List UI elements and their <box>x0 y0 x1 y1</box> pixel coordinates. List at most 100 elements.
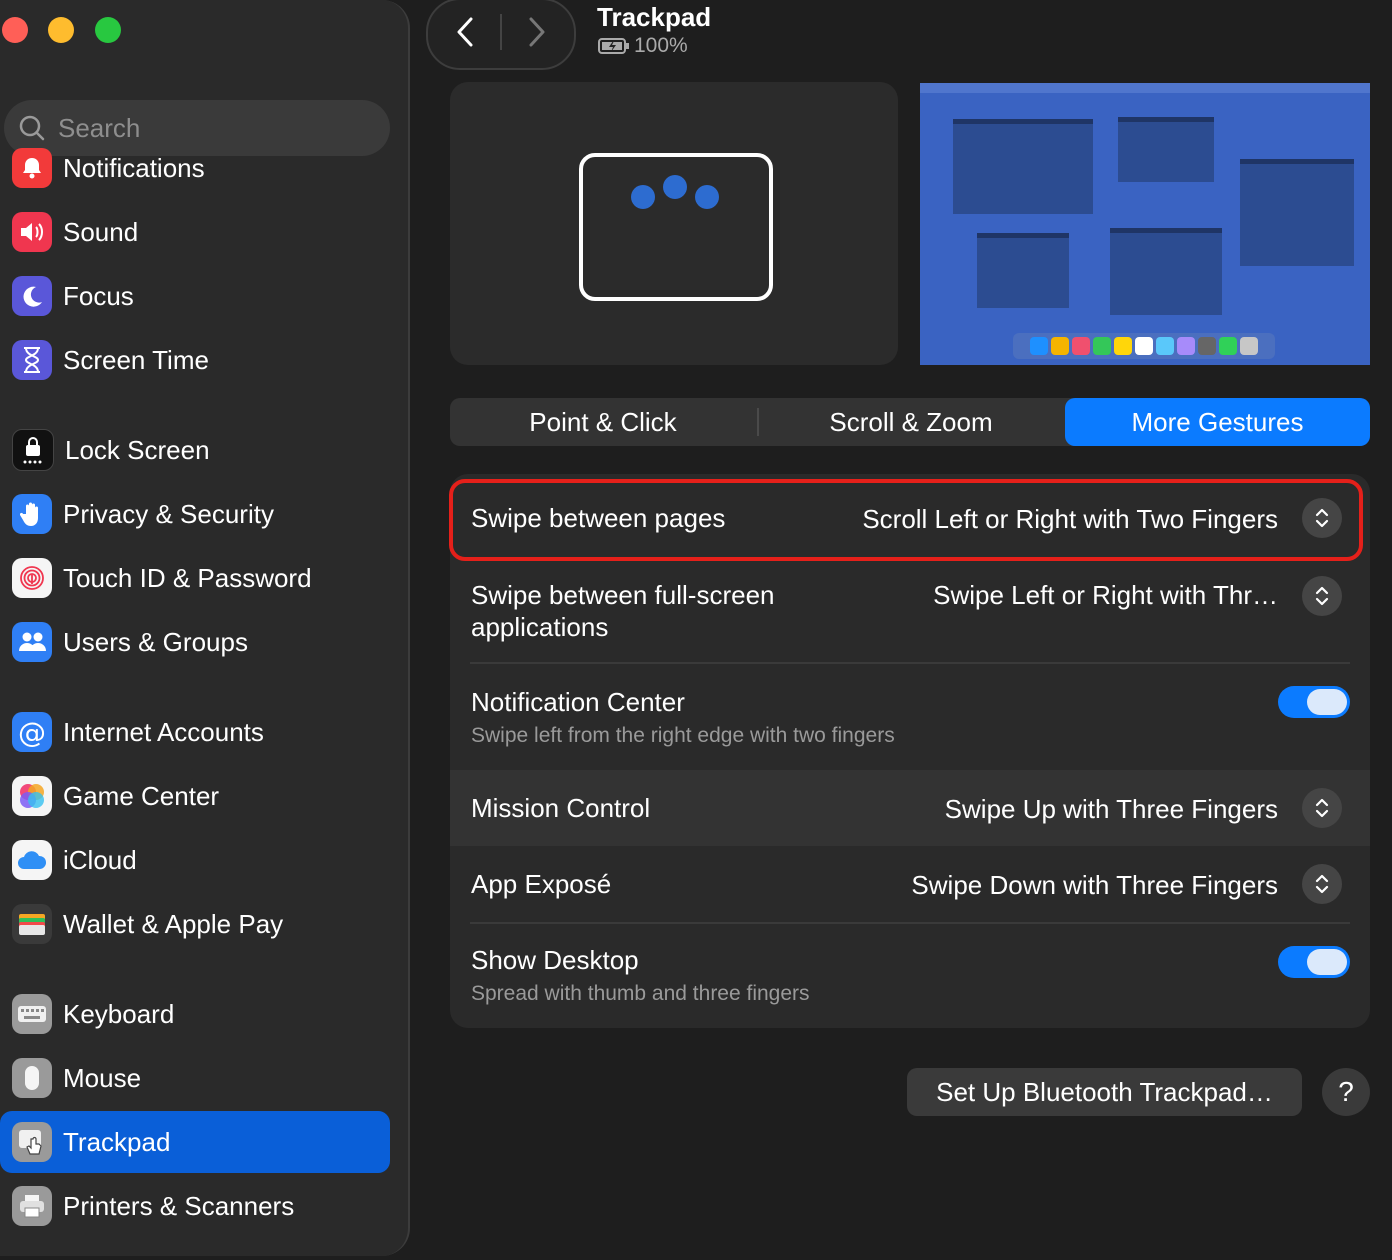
chevron-right-icon <box>529 17 545 47</box>
popup-stepper[interactable] <box>1302 576 1342 616</box>
setting-description: Spread with thumb and three fingers <box>471 982 810 1005</box>
tab-point-click[interactable]: Point & Click <box>450 398 756 446</box>
trackpad-icon <box>12 1122 52 1162</box>
tab-more-gestures[interactable]: More Gestures <box>1065 398 1370 446</box>
sidebar-item-wallet[interactable]: Wallet & Apple Pay <box>0 893 390 955</box>
setting-label: Mission Control <box>471 793 651 823</box>
trackpad-illustration <box>579 153 773 301</box>
hourglass-icon <box>12 340 52 380</box>
chevron-left-icon <box>457 17 473 47</box>
sidebar-item-notifications[interactable]: Notifications <box>0 137 390 199</box>
sidebar-item-label: Printers & Scanners <box>63 1190 295 1221</box>
lock-icon <box>12 429 54 471</box>
up-down-chevron-icon <box>1315 874 1329 894</box>
dock-app-icon <box>1135 337 1153 355</box>
sidebar-item-label: iCloud <box>63 844 137 875</box>
sidebar-item-label: Keyboard <box>63 998 175 1029</box>
toggle-knob <box>1307 949 1347 975</box>
sidebar-item-lock-screen[interactable]: Lock Screen <box>0 419 390 481</box>
sidebar-item-screen-time[interactable]: Screen Time <box>0 329 390 391</box>
popup-stepper[interactable] <box>1302 788 1342 828</box>
battery-charging-icon <box>598 38 629 54</box>
sidebar: Notifications Sound Focus Screen Time Lo… <box>0 0 410 1256</box>
sidebar-item-label: Sound <box>63 216 139 247</box>
sidebar-item-label: Lock Screen <box>65 434 210 465</box>
sidebar-item-keyboard[interactable]: Keyboard <box>0 983 390 1045</box>
sidebar-item-internet-accounts[interactable]: @ Internet Accounts <box>0 701 390 763</box>
popup-stepper[interactable] <box>1302 864 1342 904</box>
forward-button[interactable] <box>502 0 572 64</box>
battery-status: 100% <box>598 34 688 58</box>
battery-percentage: 100% <box>634 34 688 57</box>
sidebar-item-game-center[interactable]: Game Center <box>0 765 390 827</box>
sidebar-item-focus[interactable]: Focus <box>0 265 390 327</box>
dock-app-icon <box>1240 337 1258 355</box>
preview-window <box>977 233 1069 308</box>
setting-row-mission-control: Mission Control Swipe Up with Three Fing… <box>450 770 1370 846</box>
navigation-buttons <box>426 0 576 70</box>
zoom-window-button[interactable] <box>95 17 121 43</box>
sidebar-item-label: Privacy & Security <box>63 498 274 529</box>
back-button[interactable] <box>430 0 500 64</box>
setting-label: Notification Center <box>471 687 685 717</box>
setting-row-swipe-full-screen-apps: Swipe between full-screen applications S… <box>450 562 1370 664</box>
setting-label: App Exposé <box>471 869 612 899</box>
sidebar-item-label: Notifications <box>63 152 205 183</box>
finger-dot <box>663 175 687 199</box>
setup-bluetooth-trackpad-button[interactable]: Set Up Bluetooth Trackpad… <box>907 1068 1302 1116</box>
setting-value[interactable]: Swipe Up with Three Fingers <box>945 794 1278 825</box>
setting-row-show-desktop: Show Desktop Spread with thumb and three… <box>450 924 1370 1028</box>
sidebar-item-label: Touch ID & Password <box>63 562 312 593</box>
sidebar-item-label: Trackpad <box>63 1126 171 1157</box>
sidebar-item-trackpad[interactable]: Trackpad <box>0 1111 390 1173</box>
menu-bar <box>920 83 1370 93</box>
preview-window <box>953 119 1093 214</box>
toggle-knob <box>1307 689 1347 715</box>
preview-window <box>1240 159 1354 266</box>
gesture-screen-preview <box>920 83 1370 365</box>
sidebar-item-label: Mouse <box>63 1062 142 1093</box>
sidebar-item-privacy-security[interactable]: Privacy & Security <box>0 483 390 545</box>
sidebar-item-users-groups[interactable]: Users & Groups <box>0 611 390 673</box>
dock <box>1013 333 1275 359</box>
sidebar-item-touch-id[interactable]: Touch ID & Password <box>0 547 390 609</box>
wallet-icon <box>12 904 52 944</box>
keyboard-icon <box>12 994 52 1034</box>
at-icon: @ <box>12 712 52 752</box>
setting-row-notification-center: Notification Center Swipe left from the … <box>450 664 1370 770</box>
mouse-icon <box>12 1058 52 1098</box>
sidebar-item-mouse[interactable]: Mouse <box>0 1047 390 1109</box>
dock-app-icon <box>1093 337 1111 355</box>
page-title: Trackpad <box>597 2 712 32</box>
show-desktop-toggle[interactable] <box>1278 946 1350 978</box>
close-window-button[interactable] <box>2 17 28 43</box>
dock-app-icon <box>1051 337 1069 355</box>
game-center-icon <box>12 776 52 816</box>
sidebar-item-label: Focus <box>63 280 134 311</box>
dock-app-icon <box>1219 337 1237 355</box>
tab-scroll-zoom[interactable]: Scroll & Zoom <box>758 398 1064 446</box>
highlight-annotation <box>449 479 1363 561</box>
notification-center-toggle[interactable] <box>1278 686 1350 718</box>
speaker-icon <box>12 212 52 252</box>
setting-value[interactable]: Swipe Left or Right with Thr… <box>933 580 1278 611</box>
dock-app-icon <box>1030 337 1048 355</box>
moon-icon <box>12 276 52 316</box>
sidebar-item-icloud[interactable]: iCloud <box>0 829 390 891</box>
setting-label: Show Desktop <box>471 945 639 975</box>
preview-window <box>1118 117 1214 182</box>
sidebar-item-sound[interactable]: Sound <box>0 201 390 263</box>
cloud-icon <box>12 840 52 880</box>
sidebar-item-label: Users & Groups <box>63 626 248 657</box>
help-button[interactable]: ? <box>1322 1068 1370 1116</box>
sidebar-item-label: Internet Accounts <box>63 716 264 747</box>
setting-value[interactable]: Swipe Down with Three Fingers <box>911 870 1278 901</box>
finger-dot <box>695 185 719 209</box>
sidebar-item-printers[interactable]: Printers & Scanners <box>0 1175 390 1237</box>
hand-icon <box>12 494 52 534</box>
sidebar-item-label: Wallet & Apple Pay <box>63 908 284 939</box>
setting-description: Swipe left from the right edge with two … <box>471 724 895 747</box>
setting-label: Swipe between full-screen applications <box>471 580 775 642</box>
users-icon <box>12 622 52 662</box>
minimize-window-button[interactable] <box>48 17 74 43</box>
